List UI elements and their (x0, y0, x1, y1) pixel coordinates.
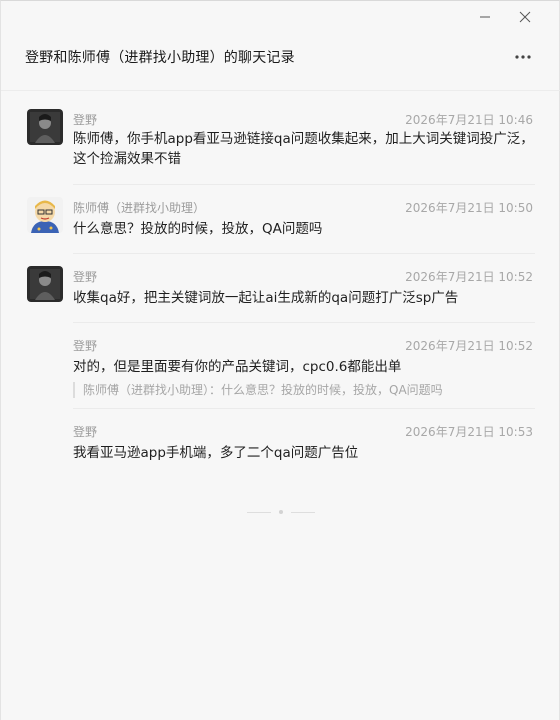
message-text[interactable]: 对的，但是里面要有你的产品关键词，cpc0.6都能出单 (73, 357, 535, 377)
end-marker-line (291, 511, 315, 513)
message-item: 登野 2026年7月21日 10:52 收集qa好，把主关键词放一起让ai生成新… (1, 264, 560, 314)
message-divider (73, 184, 535, 185)
window-title: 登野和陈师傅（进群找小助理）的聊天记录 (25, 50, 295, 66)
message-text[interactable]: 什么意思？投放的时候，投放，QA问题吗 (73, 219, 535, 239)
sender-name: 陈师傅（进群找小助理） (73, 201, 206, 215)
message-time: 2026年7月21日 10:53 (405, 425, 533, 439)
cartoon-avatar-icon (27, 197, 63, 233)
message-divider (73, 408, 535, 409)
quoted-message[interactable]: 陈师傅（进群找小助理）：什么意思？投放的时候，投放，QA问题吗 (73, 382, 535, 398)
message-text[interactable]: 陈师傅，你手机app看亚马逊链接qa问题收集起来，加上大词关键词投广泛，这个捡漏… (73, 129, 535, 169)
message-time: 2026年7月21日 10:52 (405, 270, 533, 284)
window-controls (465, 7, 545, 27)
message-time: 2026年7月21日 10:46 (405, 113, 533, 127)
message-text[interactable]: 收集qa好，把主关键词放一起让ai生成新的qa问题打广泛sp广告 (73, 288, 535, 308)
end-marker-dot (279, 510, 283, 514)
minimize-icon (480, 16, 490, 18)
message-time: 2026年7月21日 10:52 (405, 339, 533, 353)
minimize-button[interactable] (465, 7, 505, 27)
close-button[interactable] (505, 7, 545, 27)
end-of-history-marker (247, 507, 315, 517)
sender-name: 登野 (73, 339, 98, 353)
message-divider (73, 322, 535, 323)
more-button[interactable] (509, 43, 537, 71)
message-time: 2026年7月21日 10:50 (405, 201, 533, 215)
sender-name: 登野 (73, 425, 98, 439)
avatar (27, 197, 63, 233)
dark-photo-avatar-icon (27, 109, 63, 145)
header-divider (1, 90, 560, 91)
message-text[interactable]: 我看亚马逊app手机端，多了二个qa问题广告位 (73, 443, 535, 463)
more-icon (515, 55, 531, 59)
header: 登野和陈师傅（进群找小助理）的聊天记录 (1, 35, 560, 79)
avatar (27, 266, 63, 302)
message-divider (73, 253, 535, 254)
message-item: 登野 2026年7月21日 10:53 我看亚马逊app手机端，多了二个qa问题… (1, 419, 560, 469)
chat-history-window: 登野和陈师傅（进群找小助理）的聊天记录 登野 2026年7月21日 10:46 … (0, 0, 560, 720)
sender-name: 登野 (73, 270, 98, 284)
sender-name: 登野 (73, 113, 98, 127)
message-item: 陈师傅（进群找小助理） 2026年7月21日 10:50 什么意思？投放的时候，… (1, 195, 560, 245)
avatar (27, 109, 63, 145)
dark-photo-avatar-icon (27, 266, 63, 302)
end-marker-line (247, 511, 271, 513)
close-icon (519, 11, 531, 23)
message-item: 登野 2026年7月21日 10:46 陈师傅，你手机app看亚马逊链接qa问题… (1, 107, 560, 177)
message-item: 登野 2026年7月21日 10:52 对的，但是里面要有你的产品关键词，cpc… (1, 333, 560, 399)
